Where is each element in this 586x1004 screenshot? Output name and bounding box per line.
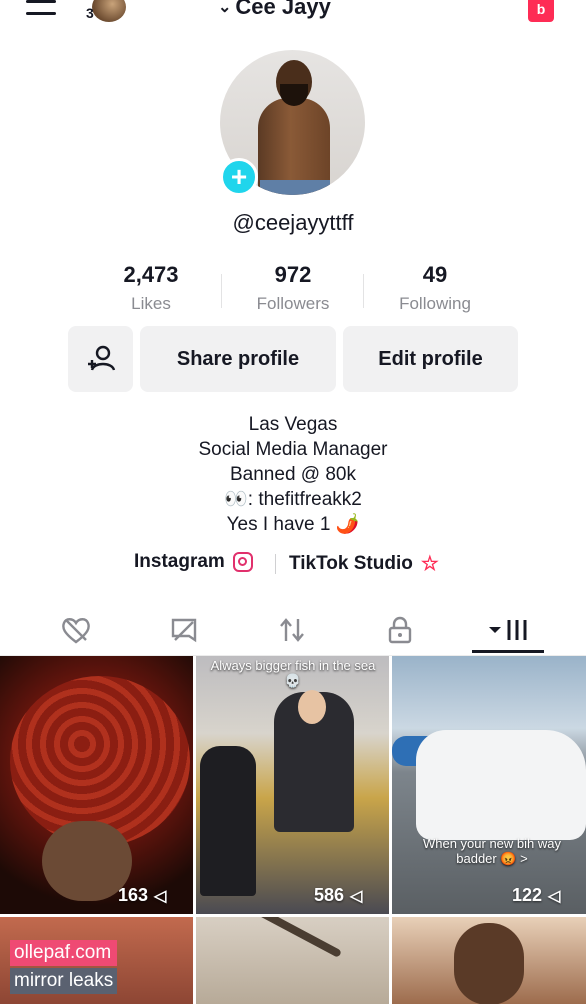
friends-count: 3 — [86, 5, 94, 21]
watermark-line: mirror leaks — [10, 968, 118, 994]
view-count-value: 122 — [512, 885, 543, 905]
profile-stats: 49 Following 972 Followers 2,473 Likes — [80, 262, 506, 318]
heart-icon — [62, 618, 90, 644]
add-friend-icon — [87, 345, 115, 371]
play-icon: ◁ — [154, 887, 167, 905]
bio-line: Social Media Manager — [198, 439, 388, 460]
profile-tabs — [0, 600, 586, 656]
username-switcher[interactable]: ⌄ Cee Jayy — [218, 0, 331, 20]
stat-label: Followers — [256, 294, 330, 313]
watermark: ollepaf.com mirror leaks — [10, 940, 118, 996]
view-count: 163 ◁ — [118, 885, 166, 906]
tiktok-studio-link[interactable]: TikTok Studio ☆ — [289, 551, 439, 576]
profile-bio: Las Vegas Social Media Manager Banned @ … — [0, 412, 586, 537]
bio-line: Yes I have 1 🌶️ — [226, 514, 360, 535]
stat-following[interactable]: 49 Following — [364, 262, 506, 314]
tab-private[interactable] — [370, 610, 430, 650]
repost-icon — [280, 618, 304, 642]
tab-saved[interactable] — [154, 610, 214, 650]
stat-value: 972 — [274, 262, 312, 287]
profile-handle: @ceejayyttff — [232, 210, 354, 235]
studio-label: TikTok Studio — [289, 552, 413, 574]
video-caption: Always bigger fish in the sea 💀 — [210, 658, 376, 688]
stat-likes[interactable]: 2,473 Likes — [80, 262, 222, 314]
video-caption: When your new bih way badder 😡 > — [422, 836, 561, 866]
view-count-value: 163 — [118, 885, 149, 905]
play-icon: ◁ — [350, 887, 363, 905]
instagram-link[interactable]: Instagram — [134, 551, 253, 573]
tab-active-indicator — [472, 650, 544, 653]
lock-icon — [388, 616, 412, 644]
stat-value: 2,473 — [123, 262, 179, 287]
bio-line: 👀: thefitfreakk2 — [224, 489, 362, 510]
stat-label: Following — [399, 294, 471, 313]
view-count-value: 586 — [314, 885, 345, 905]
friends-avatar[interactable] — [92, 0, 126, 22]
stat-label: Likes — [131, 294, 171, 313]
studio-person-icon: ☆ — [420, 553, 439, 575]
video-tile[interactable] — [196, 917, 389, 1004]
share-profile-button[interactable]: Share profile — [140, 326, 336, 392]
tab-reposts[interactable] — [262, 610, 322, 650]
play-icon: ◁ — [548, 887, 561, 905]
bookmark-icon — [171, 618, 197, 643]
menu-icon[interactable] — [26, 0, 56, 20]
instagram-label: Instagram — [134, 551, 225, 572]
badge-text: b — [536, 1, 546, 17]
video-tile[interactable]: Always bigger fish in the sea 💀 586 ◁ — [196, 656, 389, 914]
tab-videos[interactable] — [478, 610, 538, 650]
stat-value: 49 — [422, 262, 448, 287]
bio-line: Las Vegas — [248, 414, 338, 435]
top-bar: 3 ⌄ Cee Jayy b — [0, 0, 586, 32]
video-tile[interactable] — [392, 917, 586, 1004]
watermark-line: ollepaf.com — [10, 940, 118, 966]
instagram-icon — [232, 552, 253, 572]
stat-followers[interactable]: 972 Followers — [222, 262, 364, 314]
video-tile[interactable]: When your new bih way badder 😡 > 122 ◁ — [392, 656, 586, 914]
video-tile[interactable]: 163 ◁ — [0, 656, 193, 914]
bio-line: Banned @ 80k — [230, 464, 356, 485]
link-divider — [275, 554, 276, 574]
view-count: 586 ◁ — [314, 885, 362, 906]
profile-links: Instagram TikTok Studio ☆ — [0, 551, 586, 577]
grid-icon — [489, 620, 527, 640]
view-count: 122 ◁ — [512, 885, 560, 906]
add-avatar-icon[interactable]: + — [220, 158, 258, 196]
username-label: Cee Jayy — [235, 0, 331, 19]
tiktok-studio-icon[interactable]: b — [528, 0, 554, 22]
edit-profile-button[interactable]: Edit profile — [343, 326, 518, 392]
add-friend-button[interactable] — [68, 326, 133, 392]
chevron-down-icon: ⌄ — [218, 0, 232, 16]
tab-liked[interactable] — [46, 610, 106, 650]
